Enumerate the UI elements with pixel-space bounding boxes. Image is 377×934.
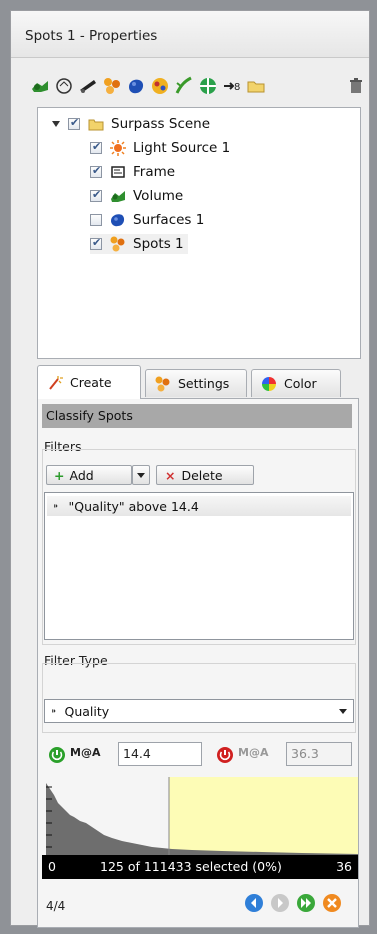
histogram-min-value: 0 bbox=[48, 859, 56, 874]
tab-label: Create bbox=[70, 375, 112, 390]
selection-count-text: 125 of 111433 selected (0%) bbox=[100, 859, 282, 874]
chevron-down-icon bbox=[137, 472, 145, 478]
tab-color[interactable]: Color bbox=[251, 369, 341, 397]
tree-checkbox[interactable] bbox=[90, 236, 102, 250]
expand-arrow-icon[interactable] bbox=[52, 121, 60, 127]
light-icon bbox=[109, 139, 127, 157]
finish-button[interactable] bbox=[296, 893, 316, 913]
properties-tabs: Create Settings Color bbox=[37, 365, 359, 399]
wizard-step-counter: 4/4 bbox=[46, 899, 66, 913]
measure-icon[interactable] bbox=[77, 75, 99, 97]
svg-text:8: 8 bbox=[234, 82, 240, 93]
filter-entry-text: "Quality" above 14.4 bbox=[68, 498, 199, 514]
filter-type-select[interactable]: ⁍ Quality bbox=[44, 699, 354, 723]
tree-item-label: Volume bbox=[133, 188, 184, 204]
delete-button-label: Delete bbox=[181, 467, 223, 483]
scene-tree: Surpass Scene Light Source 1 Frame Volum… bbox=[37, 107, 361, 359]
surfaces-icon bbox=[109, 211, 127, 229]
classify-header: Classify Spots bbox=[42, 404, 352, 428]
upper-threshold-toggle-icon[interactable] bbox=[216, 746, 234, 764]
plus-icon: + bbox=[54, 467, 65, 483]
filter-type-icon: ⁍ bbox=[53, 499, 59, 513]
histogram[interactable] bbox=[42, 777, 358, 855]
chevron-down-icon bbox=[339, 709, 347, 714]
tree-checkbox[interactable] bbox=[90, 164, 102, 178]
wand-icon bbox=[46, 374, 64, 392]
spots-icon[interactable] bbox=[101, 75, 123, 97]
tree-item-label: Frame bbox=[133, 164, 176, 180]
folder-icon bbox=[87, 115, 105, 133]
filter-type-value: Quality bbox=[64, 703, 110, 719]
cancel-button[interactable] bbox=[322, 893, 342, 913]
next-button[interactable] bbox=[270, 893, 290, 913]
delete-filter-button[interactable]: × Delete bbox=[156, 465, 254, 485]
tree-checkbox[interactable] bbox=[90, 140, 102, 154]
volume-icon bbox=[109, 187, 127, 205]
tree-item-surpass-scene[interactable]: Surpass Scene bbox=[52, 114, 210, 134]
tree-item-volume[interactable]: Volume bbox=[90, 186, 183, 206]
tree-item-label: Spots 1 bbox=[133, 236, 184, 252]
upper-threshold-input[interactable]: 36.3 bbox=[286, 742, 352, 766]
add-filter-button[interactable]: + Add bbox=[46, 465, 132, 485]
tree-checkbox[interactable] bbox=[90, 214, 102, 226]
camera-icon[interactable] bbox=[53, 75, 75, 97]
lower-threshold-input[interactable]: 14.4 bbox=[118, 742, 202, 766]
tab-settings[interactable]: Settings bbox=[145, 369, 247, 397]
tree-item-light-source[interactable]: Light Source 1 bbox=[90, 138, 230, 158]
tab-label: Settings bbox=[178, 376, 230, 391]
filter-type-icon: ⁍ bbox=[51, 704, 57, 718]
color-wheel-icon bbox=[260, 375, 278, 393]
spots-icon bbox=[109, 235, 127, 253]
tree-item-frame[interactable]: Frame bbox=[90, 162, 175, 182]
folder-icon[interactable] bbox=[245, 75, 267, 97]
lower-threshold-toggle-icon[interactable] bbox=[48, 746, 66, 764]
window-title: Spots 1 - Properties bbox=[25, 28, 158, 44]
histogram-max-value: 36 bbox=[336, 859, 352, 874]
tracks-icon[interactable]: 8 bbox=[221, 75, 243, 97]
filter-list: ⁍ "Quality" above 14.4 bbox=[44, 492, 354, 640]
tab-create[interactable]: Create bbox=[37, 365, 141, 399]
tree-checkbox[interactable] bbox=[68, 116, 80, 130]
add-filter-dropdown[interactable] bbox=[132, 465, 150, 485]
filaments-icon[interactable] bbox=[173, 75, 195, 97]
reference-frame-icon[interactable] bbox=[197, 75, 219, 97]
tree-checkbox[interactable] bbox=[90, 188, 102, 202]
object-toolbar: 8 bbox=[29, 75, 362, 101]
lower-threshold-label: M@A bbox=[70, 746, 101, 759]
tree-item-spots[interactable]: Spots 1 bbox=[90, 234, 188, 254]
add-button-label: Add bbox=[69, 467, 94, 483]
surfaces-icon[interactable] bbox=[125, 75, 147, 97]
upper-threshold-label: M@A bbox=[238, 746, 269, 759]
selected-range-region bbox=[169, 777, 358, 855]
histogram-status-bar: 0 125 of 111433 selected (0%) 36 bbox=[42, 855, 358, 879]
back-button[interactable] bbox=[244, 893, 264, 913]
tree-item-surfaces[interactable]: Surfaces 1 bbox=[90, 210, 204, 230]
properties-window: Spots 1 - Properties 8 ✔ Surpass Scene ✔… bbox=[10, 10, 370, 928]
tree-item-label: Surpass Scene bbox=[111, 116, 211, 132]
frame-icon bbox=[109, 163, 127, 181]
volume-icon[interactable] bbox=[29, 75, 51, 97]
tree-item-label: Light Source 1 bbox=[133, 140, 231, 156]
cells-icon[interactable] bbox=[149, 75, 171, 97]
spots-icon bbox=[154, 375, 172, 393]
delete-icon[interactable] bbox=[345, 75, 367, 97]
tab-label: Color bbox=[284, 376, 317, 391]
close-icon: × bbox=[165, 467, 176, 483]
title-bar: Spots 1 - Properties bbox=[11, 11, 369, 58]
tree-item-label: Surfaces 1 bbox=[133, 212, 205, 228]
filter-list-item[interactable]: ⁍ "Quality" above 14.4 bbox=[47, 496, 351, 516]
create-panel: Classify Spots Filters + Add × Delete ⁍ … bbox=[37, 398, 359, 928]
